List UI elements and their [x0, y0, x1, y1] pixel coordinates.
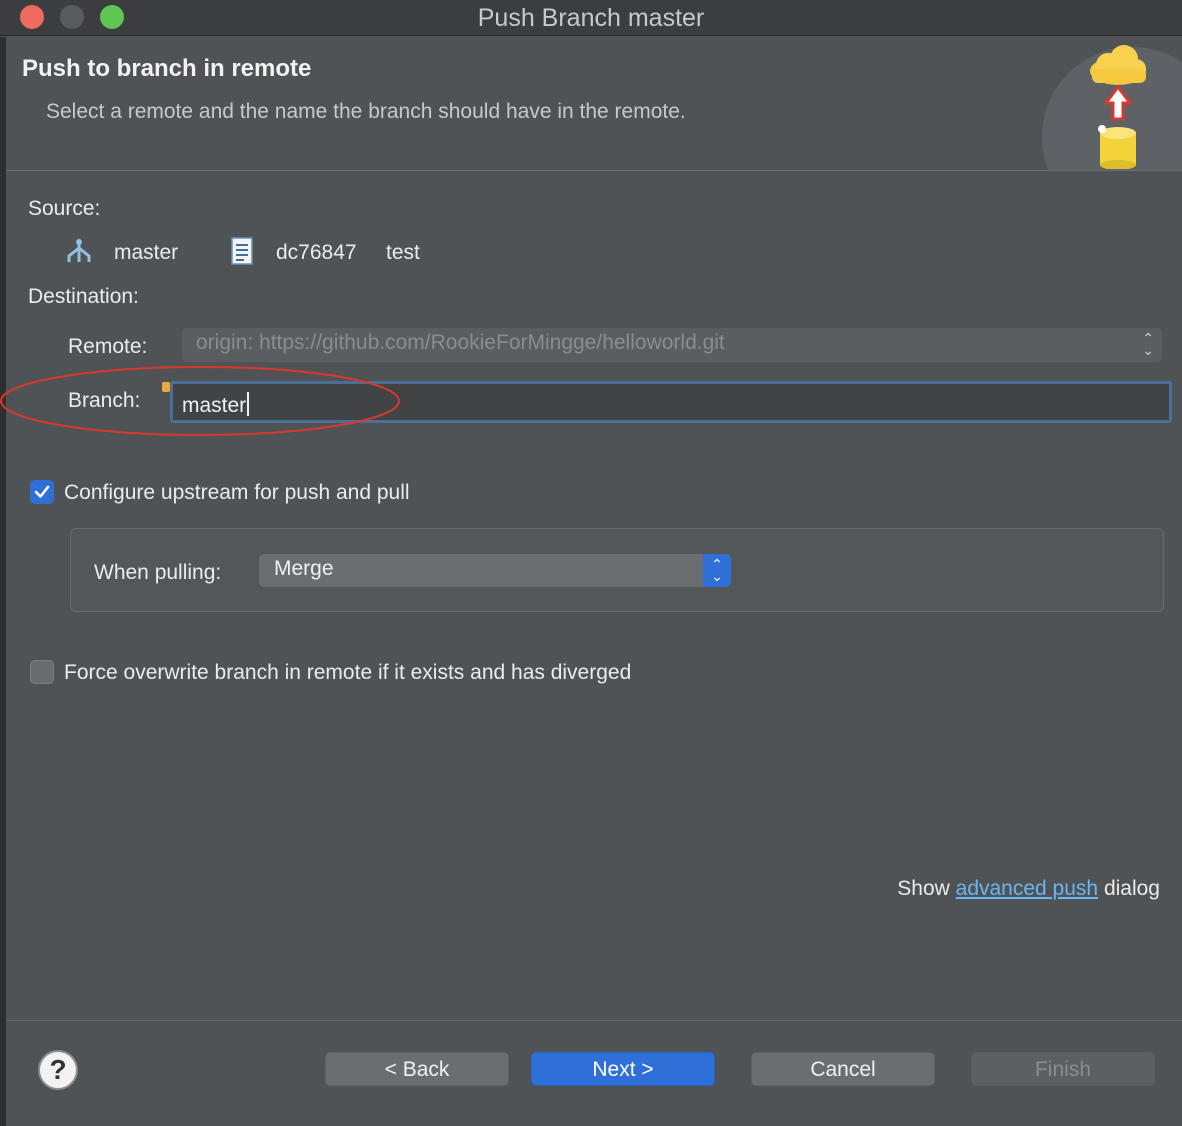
annotation-ellipse: [0, 366, 400, 436]
pull-strategy-select[interactable]: Merge ⌃ ⌄: [259, 554, 731, 587]
destination-label: Destination:: [28, 285, 139, 308]
advanced-prefix: Show: [897, 877, 950, 900]
remote-select[interactable]: origin: https://github.com/RookieForMing…: [182, 328, 1162, 362]
window-title: Push Branch master: [477, 4, 705, 32]
advanced-push-text: Show advanced push dialog: [897, 877, 1160, 901]
remote-label: Remote:: [68, 335, 148, 358]
configure-upstream-checkbox[interactable]: [30, 480, 54, 504]
page-title: Push to branch in remote: [22, 55, 312, 82]
back-button[interactable]: < Back: [325, 1052, 509, 1086]
chevron-updown-icon: ⌃ ⌄: [703, 554, 731, 587]
footer-divider: [6, 1020, 1182, 1021]
configure-upstream-label[interactable]: Configure upstream for push and pull: [64, 481, 410, 505]
checkmark-icon: [34, 485, 50, 498]
advanced-suffix: dialog: [1103, 877, 1160, 900]
chevron-updown-icon: ⌃ ⌄: [1142, 330, 1154, 358]
commit-id: dc76847: [276, 241, 357, 264]
when-pulling-label: When pulling:: [94, 561, 222, 584]
commit-message: test: [386, 241, 420, 264]
cancel-button[interactable]: Cancel: [751, 1052, 935, 1086]
window-edge: [0, 37, 6, 1126]
help-button[interactable]: ?: [38, 1050, 78, 1090]
push-branch-dialog: Push Branch master Push to branch in rem…: [0, 0, 1182, 1126]
source-branch: master: [114, 241, 179, 264]
force-overwrite-label[interactable]: Force overwrite branch in remote if it e…: [64, 661, 631, 685]
push-to-cloud-icon: [1090, 45, 1146, 169]
source-label: Source:: [28, 197, 101, 220]
advanced-push-link[interactable]: advanced push: [956, 877, 1098, 900]
pull-strategy-value: Merge: [274, 557, 334, 580]
title-bar: Push Branch master: [0, 0, 1182, 36]
remote-value: origin: https://github.com/RookieForMing…: [196, 331, 725, 354]
commit-icon: [231, 237, 253, 265]
next-button[interactable]: Next >: [531, 1052, 715, 1086]
finish-button[interactable]: Finish: [971, 1052, 1155, 1086]
page-description: Select a remote and the name the branch …: [46, 100, 686, 123]
force-overwrite-checkbox[interactable]: [30, 660, 54, 684]
branch-icon: [67, 239, 91, 262]
wizard-header: Push to branch in remote Select a remote…: [6, 37, 1182, 171]
